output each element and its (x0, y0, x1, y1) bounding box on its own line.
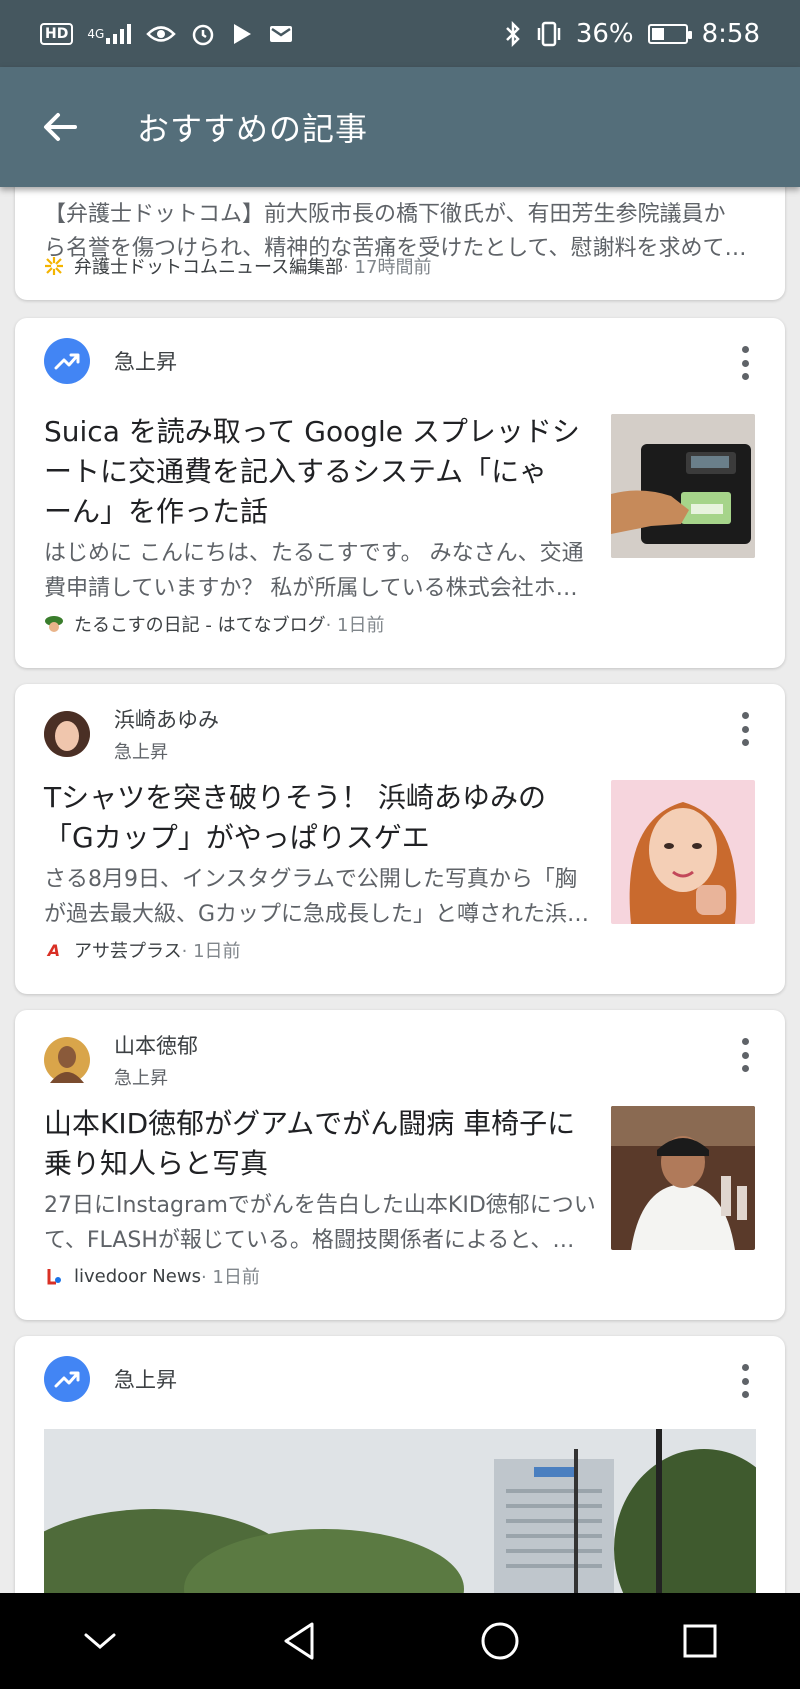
sunburst-source-icon (44, 256, 64, 276)
source-name: livedoor News (74, 1265, 201, 1287)
article-source: A アサ芸プラス · 1日前 (44, 937, 241, 963)
arrow-left-icon (44, 113, 77, 141)
article-snippet: はじめに こんにちは、たるこすです。 みなさん、交通 費申請していますか？ 私が… (44, 536, 604, 606)
battery-percent: 36% (575, 18, 634, 49)
status-left: HD 4G (40, 21, 294, 47)
publish-time: · 1日前 (181, 941, 241, 962)
battery-fill (651, 27, 664, 40)
asagei-source-icon: A (47, 940, 61, 960)
recents-square-icon[interactable] (660, 1601, 740, 1681)
snippet-line: が過去最大級、Gカップに急成長した」と噂された浜… (44, 902, 590, 927)
back-button[interactable] (30, 97, 90, 157)
topic-title: 急上昇 (114, 350, 177, 374)
topic-title: 浜崎あゆみ (114, 708, 219, 732)
headline-line: Tシャツを突き破りそう！ 浜崎あゆみの (44, 781, 547, 814)
publish-time: · 17時間前 (343, 257, 432, 278)
trending-up-icon (44, 1356, 90, 1402)
headline-line: 「Gカップ」がやっぱりスゲエ (44, 821, 430, 854)
article-hero-image[interactable] (44, 1429, 756, 1593)
signal-icon: 4G (87, 23, 132, 45)
publish-time: · 1日前 (325, 615, 385, 636)
card-header: 浜崎あゆみ 急上昇 (44, 704, 219, 764)
snippet-line: はじめに こんにちは、たるこすです。 みなさん、交通 (44, 541, 584, 566)
page-title: おすすめの記事 (137, 110, 369, 148)
article-card[interactable]: 急上昇 Suica を読み取って Google スプレッドシ ートに交通費を記入… (15, 318, 785, 668)
publish-time: · 1日前 (200, 1267, 260, 1288)
snippet-line: 【弁護士ドットコム】前大阪市長の橋下徹氏が、有田芳生参院議員か (44, 202, 726, 227)
topic-title: 急上昇 (114, 1368, 177, 1392)
headline-line: ートに交通費を記入するシステム「にゃ (44, 455, 548, 488)
article-card[interactable]: 急上昇 (15, 1336, 785, 1593)
card-header-text: 急上昇 (114, 1364, 177, 1394)
back-triangle-icon[interactable] (260, 1601, 340, 1681)
more-vert-icon[interactable] (739, 1038, 751, 1072)
article-card[interactable]: 浜崎あゆみ 急上昇 Tシャツを突き破りそう！ 浜崎あゆみの 「Gカップ」がやっぱ… (15, 684, 785, 994)
clock: 8:58 (701, 18, 760, 49)
more-vert-icon[interactable] (739, 712, 751, 746)
card-header-text: 急上昇 (114, 346, 177, 376)
avatar (44, 1037, 90, 1083)
article-source: たるこすの日記 - はてなブログ · 1日前 (44, 611, 384, 637)
source-name: たるこすの日記 - はてなブログ (74, 615, 326, 636)
topic-subtitle: 急上昇 (114, 1068, 168, 1089)
article-headline[interactable]: 山本KID徳郁がグアムでがん闘病 車椅子に 乗り知人らと写真 (44, 1104, 614, 1184)
eye-icon (146, 23, 177, 45)
article-source: 弁護士ドットコムニュース編集部 · 17時間前 (44, 253, 431, 279)
article-thumbnail[interactable] (611, 780, 755, 924)
snippet-line: 27日にInstagramでがんを告白した山本KID徳郁につい (44, 1193, 596, 1218)
more-vert-icon[interactable] (739, 1364, 751, 1398)
headline-line: 山本KID徳郁がグアムでがん闘病 車椅子に (44, 1107, 576, 1140)
article-headline[interactable]: Tシャツを突き破りそう！ 浜崎あゆみの 「Gカップ」がやっぱりスゲエ (44, 778, 604, 858)
article-headline[interactable]: Suica を読み取って Google スプレッドシ ートに交通費を記入するシス… (44, 412, 604, 532)
vibrate-icon (536, 20, 562, 48)
article-snippet: 27日にInstagramでがんを告白した山本KID徳郁につい て、FLASHが… (44, 1188, 604, 1258)
more-vert-icon[interactable] (739, 346, 751, 380)
hd-indicator: HD (40, 22, 74, 45)
alarm-icon (190, 21, 216, 47)
battery-icon (647, 23, 692, 44)
avatar (44, 711, 90, 757)
livedoor-source-icon (44, 1266, 64, 1286)
card-header-text: 浜崎あゆみ 急上昇 (114, 704, 219, 764)
bluetooth-icon (504, 20, 522, 48)
article-thumbnail[interactable] (611, 414, 755, 558)
card-header: 山本徳郁 急上昇 (44, 1030, 198, 1090)
snippet-line: 費申請していますか？ 私が所属している株式会社ホ… (44, 576, 578, 601)
article-feed[interactable]: 【弁護士ドットコム】前大阪市長の橋下徹氏が、有田芳生参院議員か ら名誉を傷つけら… (0, 187, 800, 1593)
status-right: 36% 8:58 (504, 19, 760, 49)
blog-source-icon (44, 614, 64, 634)
article-card[interactable]: 【弁護士ドットコム】前大阪市長の橋下徹氏が、有田芳生参院議員か ら名誉を傷つけら… (15, 187, 785, 300)
trending-up-icon (44, 338, 90, 384)
status-bar: HD 4G 36% 8:58 (0, 0, 800, 67)
home-circle-icon[interactable] (460, 1601, 540, 1681)
headline-line: ーん」を作った話 (44, 495, 269, 528)
article-card[interactable]: 山本徳郁 急上昇 山本KID徳郁がグアムでがん闘病 車椅子に 乗り知人らと写真 … (15, 1010, 785, 1320)
headline-line: Suica を読み取って Google スプレッドシ (44, 415, 580, 448)
collapse-chevron-icon[interactable] (60, 1601, 140, 1681)
topic-subtitle: 急上昇 (114, 742, 168, 763)
mail-icon (268, 23, 294, 45)
play-store-icon (230, 22, 254, 46)
source-name: アサ芸プラス (74, 941, 182, 962)
system-nav-bar (0, 1593, 800, 1689)
article-snippet: さる8月9日、インスタグラムで公開した写真から「胸 が過去最大級、Gカップに急成… (44, 862, 604, 932)
app-bar: おすすめの記事 (0, 67, 800, 187)
card-header: 急上昇 (44, 1356, 177, 1402)
snippet-line: て、FLASHが報じている。格闘技関係者によると、… (44, 1228, 575, 1253)
topic-title: 山本徳郁 (114, 1034, 198, 1058)
card-header-text: 山本徳郁 急上昇 (114, 1030, 198, 1090)
article-source: livedoor News · 1日前 (44, 1263, 260, 1289)
network-type: 4G (87, 26, 105, 41)
snippet-line: さる8月9日、インスタグラムで公開した写真から「胸 (44, 867, 577, 892)
card-header: 急上昇 (44, 338, 177, 384)
article-thumbnail[interactable] (611, 1106, 755, 1250)
source-name: 弁護士ドットコムニュース編集部 (74, 257, 344, 278)
headline-line: 乗り知人らと写真 (44, 1147, 269, 1180)
